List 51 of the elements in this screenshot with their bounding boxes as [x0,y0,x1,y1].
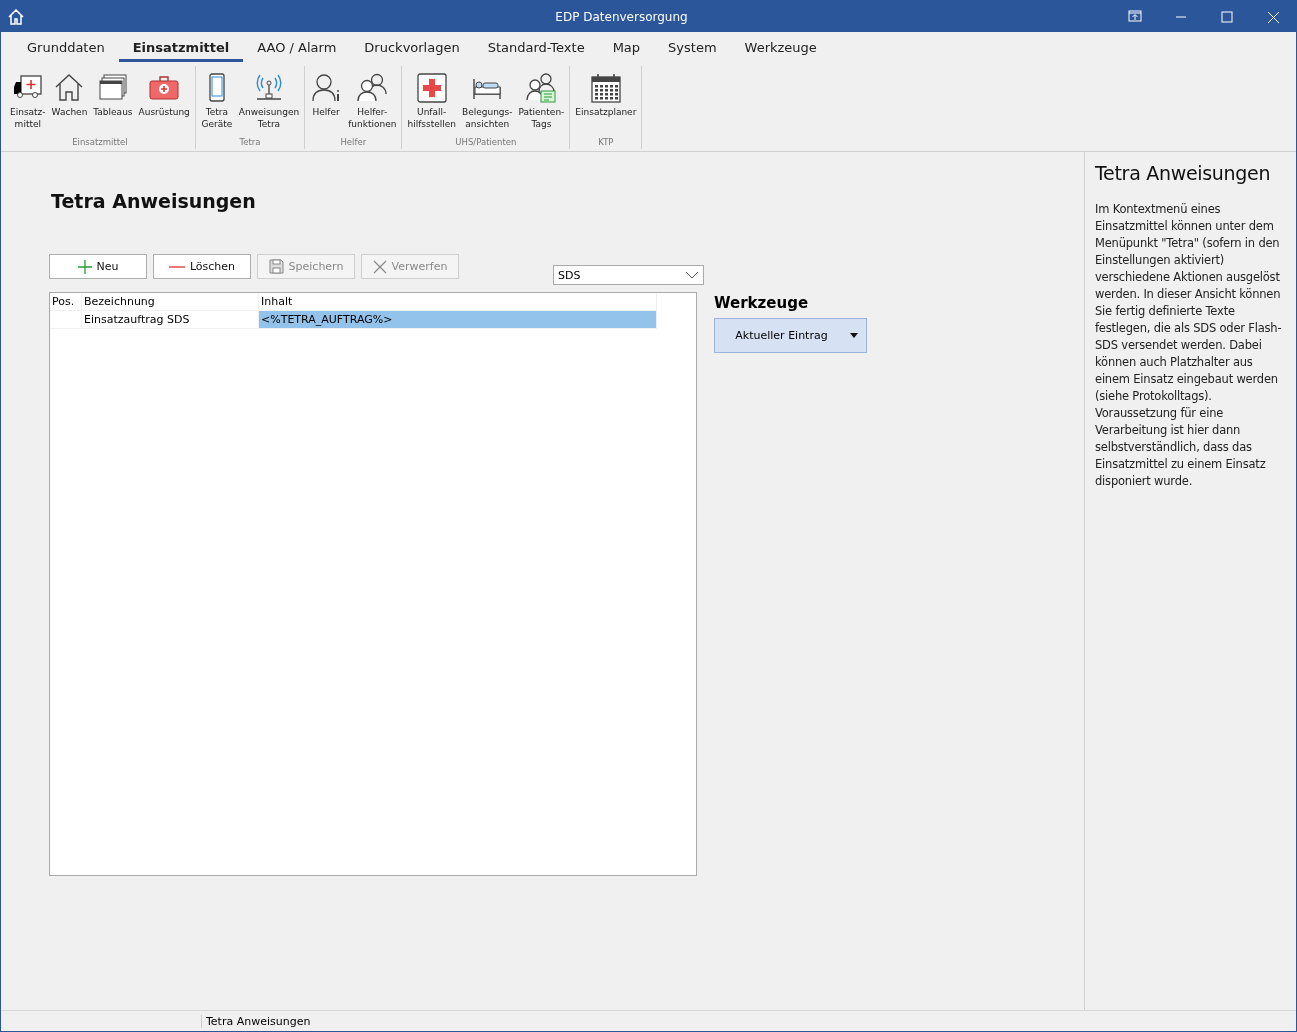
plus-icon [77,259,92,274]
group-label: Helfer [339,137,368,149]
cross-icon [415,72,448,104]
ribbon-tab[interactable]: System [654,36,731,62]
tag-icon [525,72,558,104]
ribbon-button[interactable]: Einsatzplaner [572,72,640,137]
table-cell[interactable]: <%TETRA_AUFTRAG%> [259,311,657,329]
ribbon-tab[interactable]: Einsatzmittel [118,36,244,62]
ribbon-button[interactable]: Ausrüstung [135,72,193,137]
ribbon-button[interactable]: Anweisungen Tetra [235,72,303,137]
ribbon-tab[interactable]: Standard-Texte [473,36,599,62]
close-icon [372,259,387,274]
ribbon-button[interactable]: Belegungs- ansichten [459,72,516,137]
minus-icon [168,265,185,268]
table-cell[interactable] [50,311,82,329]
dropdown-button[interactable]: Aktueller Eintrag [714,318,867,353]
ribbon-tab[interactable]: Map [598,36,655,62]
chevron-icon [685,271,699,279]
ribbon-tab[interactable]: Grunddaten [13,36,119,62]
column-header: Pos. [50,293,82,311]
ribbon-button[interactable]: Tetra Geräte [197,72,236,137]
ribbon-tab[interactable]: Druckvorlagen [350,36,474,62]
table-cell[interactable]: Einsatzauftrag SDS [82,311,259,329]
tools-heading: Werkzeuge [714,294,810,312]
ribbon-button[interactable]: Unfall- hilfsstellen [404,72,459,137]
ribbon-button[interactable]: Helfer [307,72,346,137]
window-title: EDP Datenversorgung [554,9,689,24]
add-button[interactable]: Neu [49,254,147,279]
calendar-icon [589,72,622,104]
ribbon-tab[interactable]: AAO / Alarm [243,36,351,62]
caret-icon [849,333,858,338]
group-label: UHS/Patienten [454,137,518,149]
ribbon-button[interactable]: Einsatz- mittel [7,72,49,137]
ribbon-button[interactable]: Patienten- Tags [515,72,568,137]
ribbon-button[interactable]: Wachen [48,72,91,137]
status-text: Tetra Anweisungen [201,1014,311,1028]
people-icon [356,72,389,104]
ribbon-tab[interactable]: Werkzeuge [730,36,831,62]
home-icon[interactable] [8,8,24,25]
delete-button[interactable]: Löschen [153,254,251,279]
help-title: Tetra Anweisungen [1095,162,1272,184]
ribbon-button[interactable]: Tableaus [90,72,136,137]
ribbon-button[interactable]: Helfer- funktionen [345,72,400,137]
group-label: Tetra [238,137,262,149]
column-header: Bezeichnung [82,293,259,311]
save-icon [268,259,284,274]
page-title: Tetra Anweisungen [51,190,257,212]
group-label: Einsatzmittel [71,137,129,149]
group-label: KTP [597,137,615,149]
help-text: Im Kontextmenü eines Einsatzmittel können unter dem Menüpunkt "Tetra" (sofern in den Einstellungen aktiviert) verschiedene Aktionen ausgelöst werden. In dieser Ansicht können Sie fertig definierte Texte festlegen, die als SDS oder Flash-SDS versendet werden. Dabei können auch Platzhalter aus einem Einsatz eingebaut werden (siehe Protokolltags). Voraussetzung für eine Verarbeitung ist hier dann selbstverständlich, dass das Einsatzmittel zu einem Einsatz disponiert wurde. [1095,201,1283,490]
type-dropdown[interactable]: SDS [553,265,704,285]
